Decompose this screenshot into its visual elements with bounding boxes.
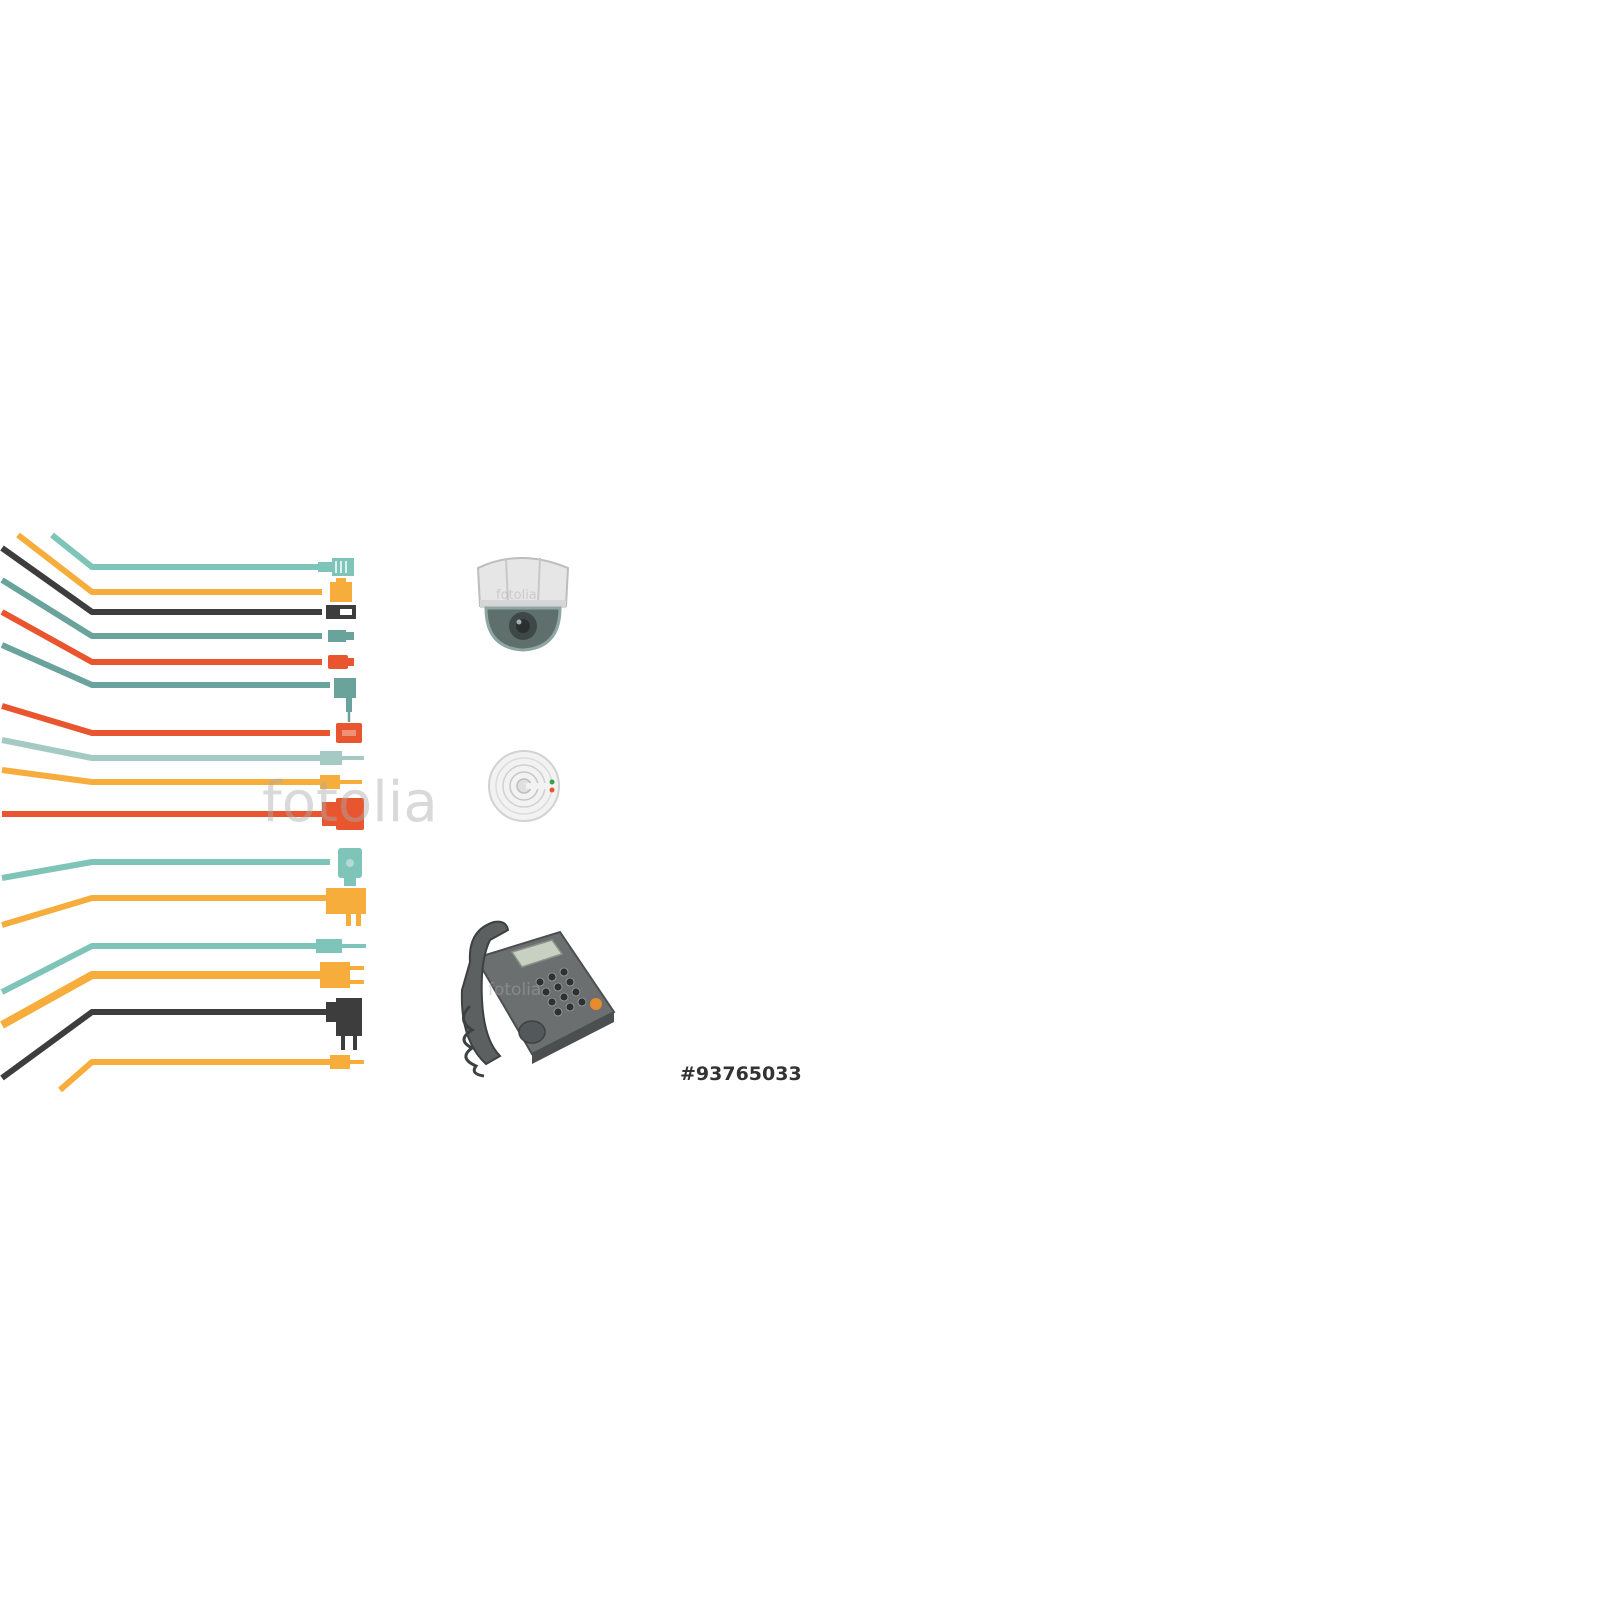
smoke-detector-icon [488,750,560,822]
cable-barrel [58,1055,364,1093]
modular-plug-icon [330,578,352,602]
rj45-plug-icon [318,558,354,576]
cable-wall-adapter [0,998,362,1081]
cable-stereo-jack [0,939,366,995]
cable-scart [2,798,364,830]
micro-plug-icon [328,655,354,669]
cable-rca [1,767,362,789]
cable-rj45 [50,532,354,576]
scart-plug-icon [322,798,364,830]
cable-audio-jack [1,737,364,765]
cables-group [0,532,366,1093]
mini-usb-plug-icon [328,630,354,642]
power-plug-icon [320,962,364,988]
rca-plug-icon [320,775,362,789]
barrel-plug-icon [330,1055,364,1069]
dsub-plug-icon [338,848,362,886]
cable-micro [0,609,354,669]
cable-power [0,962,364,1029]
usb-plug-icon [326,605,356,619]
audio-jack-icon [320,751,364,765]
wall-adapter-icon [326,998,362,1050]
hdmi-plug-icon [336,723,362,743]
desk-phone-icon [460,920,616,1078]
cable-usb [0,545,356,619]
cable-dsub [1,848,362,886]
stereo-jack-icon [316,939,366,953]
angled-jack-icon [334,678,356,722]
dome-camera-icon [476,557,570,652]
stock-image-id: #93765033 [680,1063,802,1085]
adapter-plug-icon [326,888,366,926]
stock-illustration [0,532,616,1093]
cable-adapter [1,888,366,928]
cable-angled-jack [0,642,356,722]
cable-hdmi [1,703,362,743]
